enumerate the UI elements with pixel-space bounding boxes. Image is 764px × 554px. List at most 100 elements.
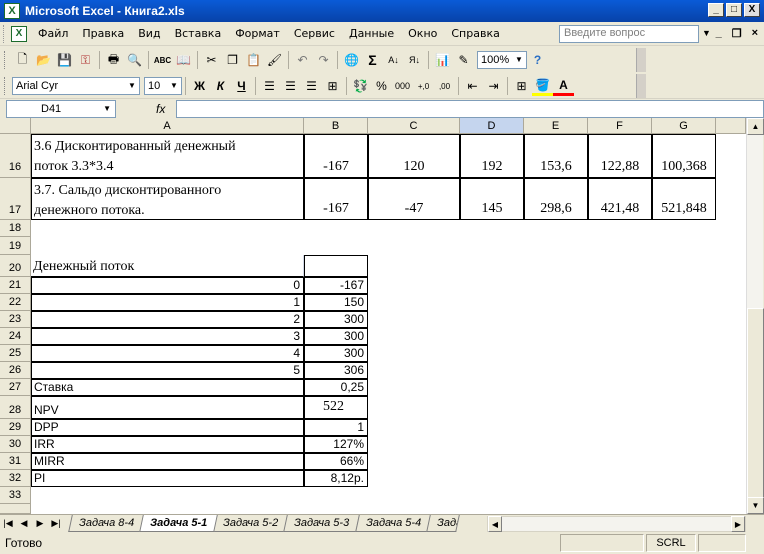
spelling-icon[interactable]: ABC	[152, 50, 173, 70]
prev-sheet-icon[interactable]: ◀	[16, 518, 32, 529]
menu-insert[interactable]: Вставка	[168, 27, 229, 40]
menu-format[interactable]: Формат	[228, 27, 287, 40]
cell-b26[interactable]: 306	[304, 362, 368, 379]
scroll-right-icon[interactable]: ▶	[731, 516, 745, 532]
underline-button[interactable]: Ч	[231, 76, 252, 96]
scroll-up-icon[interactable]: ▲	[747, 118, 764, 135]
row-header[interactable]: 26	[0, 362, 31, 379]
menu-data[interactable]: Данные	[342, 27, 401, 40]
minimize-button[interactable]: _	[708, 3, 724, 17]
row-header[interactable]: 32	[0, 470, 31, 487]
cell-e17[interactable]: 298,6	[524, 178, 588, 220]
cell-b20[interactable]	[304, 255, 368, 277]
formula-input[interactable]	[176, 100, 764, 118]
cell-d16[interactable]: 192	[460, 134, 524, 178]
sheet-tab[interactable]: Задача 5-3	[283, 515, 361, 532]
sheet-tab[interactable]: Зада	[425, 515, 460, 532]
cut-icon[interactable]: ✂	[201, 50, 222, 70]
cell-b21[interactable]: -167	[304, 277, 368, 294]
insert-function-icon[interactable]: fx	[156, 102, 165, 116]
currency-icon[interactable]: 💱	[350, 76, 371, 96]
cell-a30[interactable]: IRR	[31, 436, 304, 453]
sheet-tab[interactable]: Задача 5-4	[354, 515, 432, 532]
redo-icon[interactable]: ↷	[313, 50, 334, 70]
horizontal-scrollbar[interactable]: ◀ ▶	[487, 516, 746, 532]
scroll-thumb[interactable]	[747, 308, 764, 498]
row-header[interactable]: 21	[0, 277, 31, 294]
row-header[interactable]: 27	[0, 379, 31, 396]
sheet-tab[interactable]: Задача 8-4	[68, 515, 145, 532]
cell-b22[interactable]: 150	[304, 294, 368, 311]
cell-b31[interactable]: 66%	[304, 453, 368, 470]
menu-view[interactable]: Вид	[131, 27, 167, 40]
print-preview-icon[interactable]: 🔍	[124, 50, 145, 70]
decrease-decimal-icon[interactable]: ,00	[434, 76, 455, 96]
open-icon[interactable]: 📂	[33, 50, 54, 70]
cell-f17[interactable]: 421,48	[588, 178, 652, 220]
save-icon[interactable]: 💾	[54, 50, 75, 70]
thousands-button[interactable]: 000	[392, 76, 413, 96]
hyperlink-icon[interactable]: 🌐	[341, 50, 362, 70]
row-header[interactable]: 24	[0, 328, 31, 345]
cell-d17[interactable]: 145	[460, 178, 524, 220]
row-header[interactable]: 30	[0, 436, 31, 453]
cell-b30[interactable]: 127%	[304, 436, 368, 453]
row-header[interactable]: 22	[0, 294, 31, 311]
cell-e16[interactable]: 153,6	[524, 134, 588, 178]
scroll-left-icon[interactable]: ◀	[488, 516, 502, 532]
cell-a25[interactable]: 4	[31, 345, 304, 362]
row-header[interactable]: 19	[0, 237, 31, 255]
row-header[interactable]: 16	[0, 134, 31, 178]
cell-a16[interactable]: 3.6 Дисконтированный денежный поток 3.3*…	[31, 134, 304, 178]
row-header[interactable]: 29	[0, 419, 31, 436]
zoom-select[interactable]: 100% ▼	[477, 51, 527, 69]
cell-b16[interactable]: -167	[304, 134, 368, 178]
sheet-tab[interactable]: Задача 5-2	[212, 515, 290, 532]
increase-decimal-icon[interactable]: +,0	[413, 76, 434, 96]
cell-b32[interactable]: 8,12р.	[304, 470, 368, 487]
row-header[interactable]: 20	[0, 255, 31, 277]
toolbar-options[interactable]	[636, 48, 646, 72]
decrease-indent-icon[interactable]: ⇤	[462, 76, 483, 96]
menu-edit[interactable]: Правка	[75, 27, 131, 40]
row-header[interactable]: 25	[0, 345, 31, 362]
sort-descending-icon[interactable]: Я↓	[404, 50, 425, 70]
scroll-down-icon[interactable]: ▼	[747, 497, 764, 514]
doc-minimize-icon[interactable]: _	[716, 27, 722, 40]
help-icon[interactable]: ?	[527, 50, 548, 70]
row-header[interactable]: 23	[0, 311, 31, 328]
undo-icon[interactable]: ↶	[292, 50, 313, 70]
cell-a17[interactable]: 3.7. Сальдо дисконтированного денежного …	[31, 178, 304, 220]
copy-icon[interactable]: ❐	[222, 50, 243, 70]
last-sheet-icon[interactable]: ▶|	[48, 518, 64, 529]
column-header-g[interactable]: G	[652, 118, 716, 134]
column-header-e[interactable]: E	[524, 118, 588, 134]
cell-c16[interactable]: 120	[368, 134, 460, 178]
cell-b17[interactable]: -167	[304, 178, 368, 220]
menu-tools[interactable]: Сервис	[287, 27, 342, 40]
drawing-icon[interactable]: ✎	[453, 50, 474, 70]
menu-window[interactable]: Окно	[401, 27, 444, 40]
ask-question-input[interactable]: Введите вопрос	[559, 25, 699, 43]
cell-a23[interactable]: 2	[31, 311, 304, 328]
cell-f16[interactable]: 122,88	[588, 134, 652, 178]
column-header-f[interactable]: F	[588, 118, 652, 134]
row-header[interactable]: 18	[0, 220, 31, 237]
merge-center-icon[interactable]: ⊞	[322, 76, 343, 96]
menu-file[interactable]: Файл	[31, 27, 75, 40]
select-all-corner[interactable]	[0, 118, 31, 134]
row-header[interactable]: 17	[0, 178, 31, 220]
cell-a31[interactable]: MIRR	[31, 453, 304, 470]
new-icon[interactable]: 🗋	[12, 50, 33, 70]
cell-a24[interactable]: 3	[31, 328, 304, 345]
font-color-icon[interactable]: A	[553, 76, 574, 96]
permission-icon[interactable]: ⚿	[75, 50, 96, 70]
sheet-tab-active[interactable]: Задача 5-1	[139, 515, 219, 532]
italic-button[interactable]: К	[210, 76, 231, 96]
cell-b23[interactable]: 300	[304, 311, 368, 328]
cell-a29[interactable]: DPP	[31, 419, 304, 436]
row-header[interactable]	[0, 504, 31, 514]
cell-a26[interactable]: 5	[31, 362, 304, 379]
column-header-b[interactable]: B	[304, 118, 368, 134]
borders-icon[interactable]: ⊞	[511, 76, 532, 96]
